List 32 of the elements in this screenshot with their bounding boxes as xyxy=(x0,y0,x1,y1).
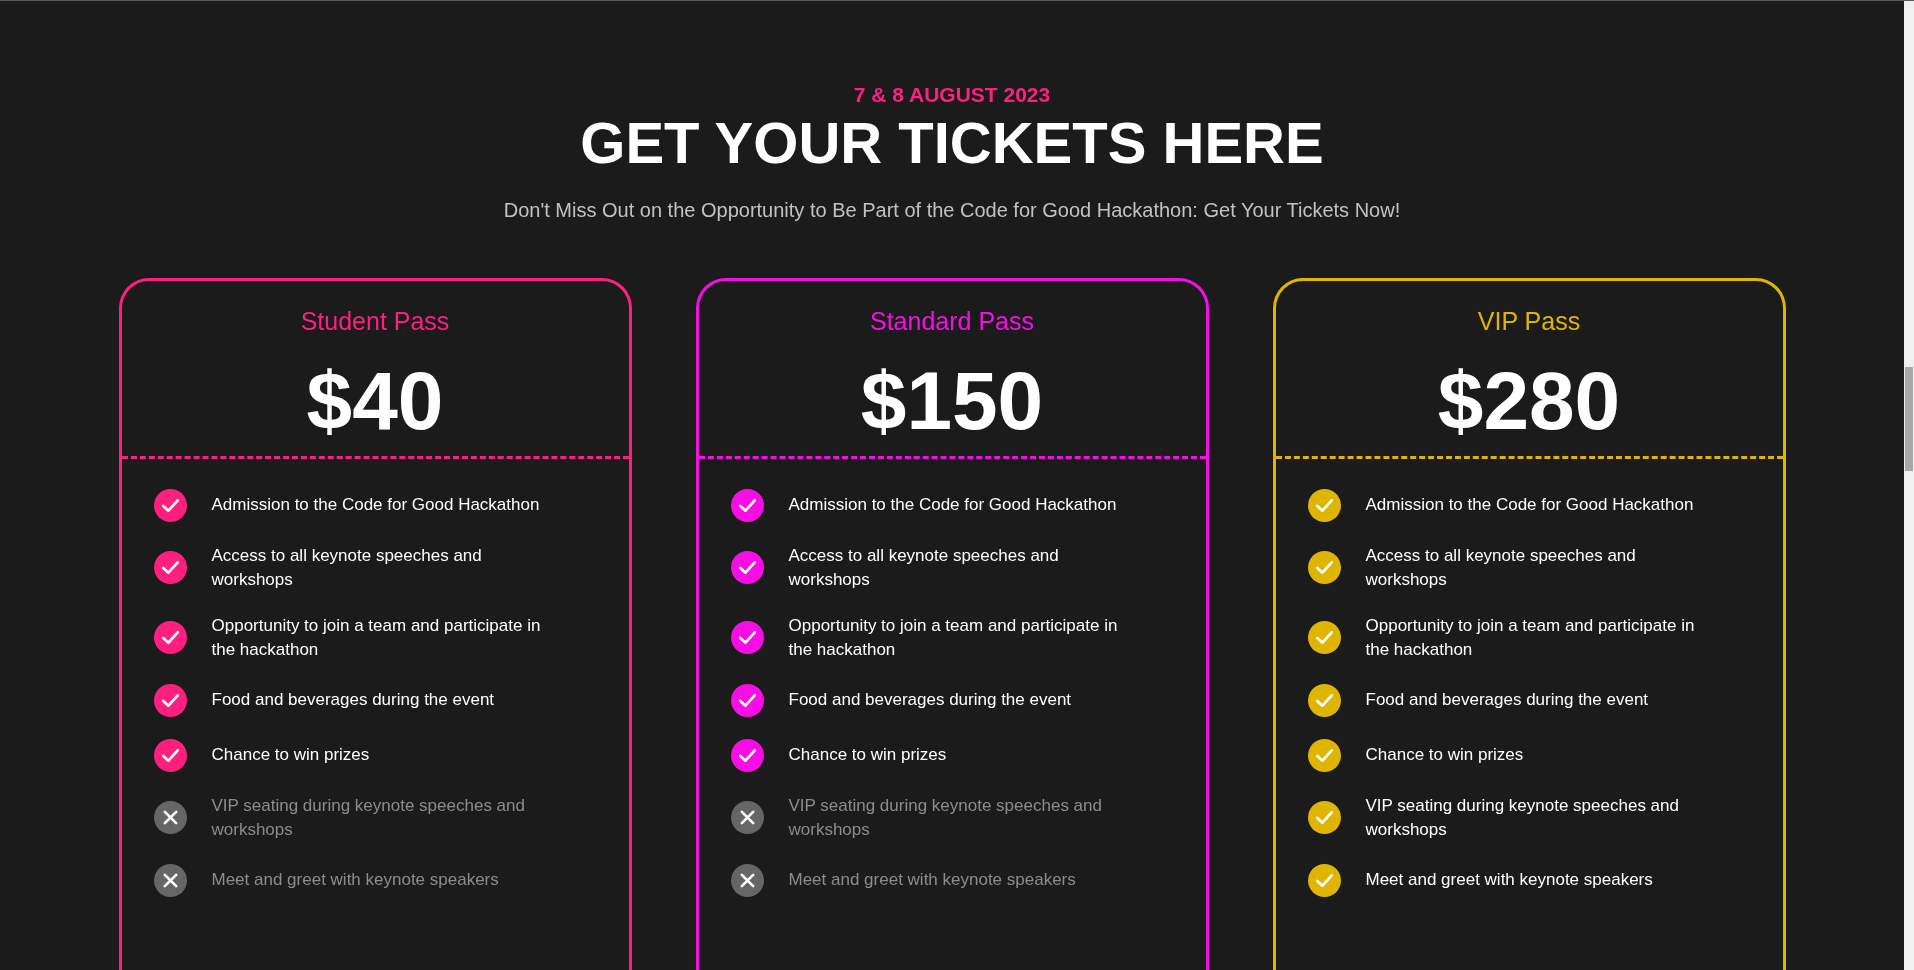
section-subtitle: Don't Miss Out on the Opportunity to Be Part of the Code for Good Hackathon: Get Your Tickets Now! xyxy=(503,198,1401,222)
feature-text: Meet and greet with keynote speakers xyxy=(788,869,1076,892)
feature-text: Access to all keynote speeches and workshops xyxy=(1365,544,1637,591)
scrollbar[interactable] xyxy=(1904,1,1914,970)
feature-text: Admission to the Code for Good Hackathon xyxy=(211,494,540,517)
feature-text: VIP seating during keynote speeches and workshops xyxy=(788,794,1103,841)
feature-text: Opportunity to join a team and participate in the hackathon xyxy=(211,614,542,661)
pass-price: $150 xyxy=(860,353,1044,448)
feature-text: Food and beverages during the event xyxy=(1365,689,1649,712)
pass-name: VIP Pass xyxy=(1477,306,1581,336)
pass-name: Student Pass xyxy=(300,306,450,336)
feature-text: VIP seating during keynote speeches and workshops xyxy=(1365,794,1680,841)
feature-text: Opportunity to join a team and participate in the hackathon xyxy=(788,614,1119,661)
scrollbar-thumb[interactable] xyxy=(1905,367,1913,471)
pass-price: $280 xyxy=(1437,353,1621,448)
feature-text: Food and beverages during the event xyxy=(211,689,495,712)
feature-text: Opportunity to join a team and participate in the hackathon xyxy=(1365,614,1696,661)
feature-text: Access to all keynote speeches and workshops xyxy=(788,544,1060,591)
feature-text: Food and beverages during the event xyxy=(788,689,1072,712)
feature-text: Admission to the Code for Good Hackathon xyxy=(1365,494,1694,517)
event-date: 7 & 8 AUGUST 2023 xyxy=(853,83,1051,107)
feature-text: Chance to win prizes xyxy=(211,744,370,767)
feature-text: Meet and greet with keynote speakers xyxy=(211,869,499,892)
pass-price: $40 xyxy=(306,353,444,448)
feature-text: VIP seating during keynote speeches and workshops xyxy=(211,794,526,841)
feature-text: Chance to win prizes xyxy=(1365,744,1524,767)
feature-text: Admission to the Code for Good Hackathon xyxy=(788,494,1117,517)
pass-name: Standard Pass xyxy=(870,306,1034,336)
feature-text: Chance to win prizes xyxy=(788,744,947,767)
feature-text: Meet and greet with keynote speakers xyxy=(1365,869,1653,892)
feature-text: Access to all keynote speeches and workshops xyxy=(211,544,483,591)
section-title: GET YOUR TICKETS HERE xyxy=(580,111,1324,175)
